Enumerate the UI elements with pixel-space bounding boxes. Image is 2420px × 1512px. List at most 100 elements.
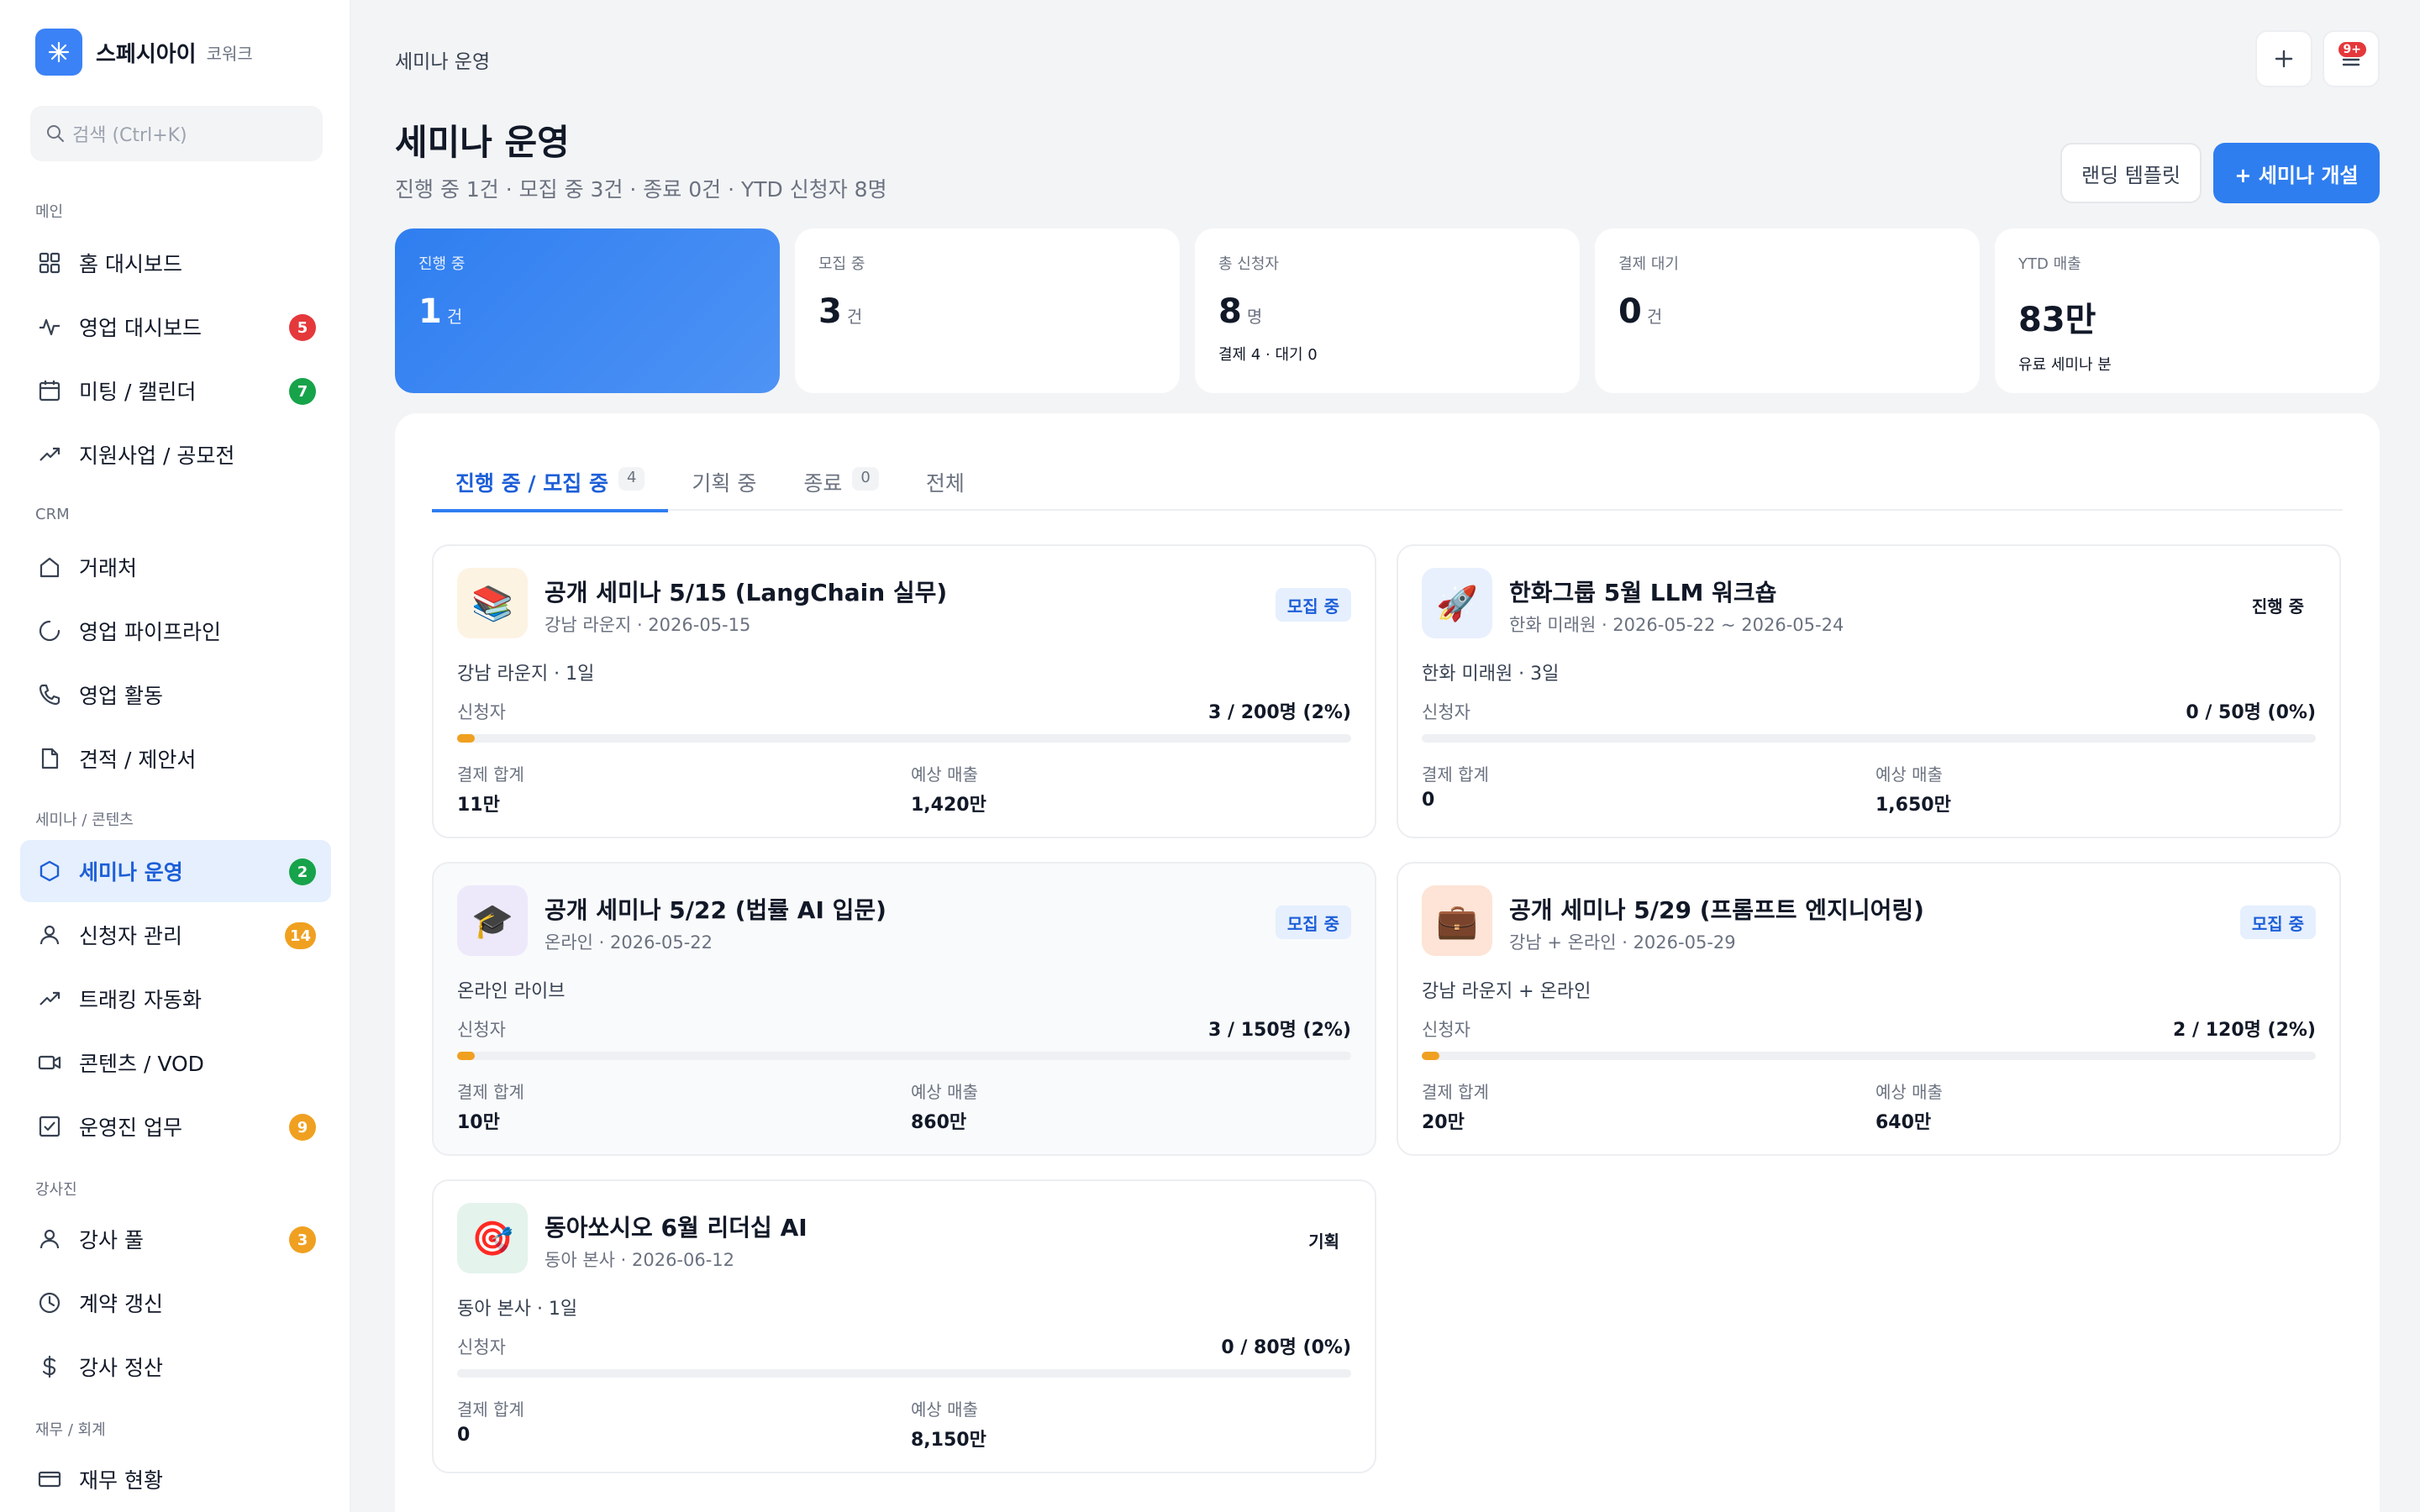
stat-card-total-applicants: 총 신청자 8명 결제 4 · 대기 0 — [1195, 228, 1580, 393]
sidebar-item-label: 재무 현황 — [79, 1468, 163, 1493]
notification-badge: 9+ — [2338, 42, 2366, 57]
applicants-value: 0 / 50명 (0%) — [2186, 702, 2316, 723]
grid-icon — [35, 249, 64, 277]
stat-card-recruiting: 모집 중 3건 — [795, 228, 1180, 393]
expected-revenue-label: 예상 매출 — [1876, 1082, 1943, 1102]
user-icon — [35, 921, 64, 949]
applicants-progress-fill — [457, 1052, 476, 1060]
status-badge: 기획 — [1308, 1231, 1339, 1252]
sidebar-item-pipeline[interactable]: 영업 파이프라인 — [20, 600, 331, 662]
sidebar-item-sales-dashboard[interactable]: 영업 대시보드 5 — [20, 296, 331, 358]
sidebar-item-label: 영업 파이프라인 — [79, 620, 221, 644]
status-badge: 모집 중 — [2239, 906, 2316, 939]
sidebar-item-label: 영업 활동 — [79, 684, 163, 708]
sidebar-item-seminar-ops[interactable]: 세미나 운영 2 — [20, 840, 331, 902]
sidebar-item-label: 강사 정산 — [79, 1356, 163, 1380]
stat-note: 유료 세미나 분 — [2018, 356, 2112, 374]
seminar-title: 한화그룹 5월 LLM 워크숍 — [1509, 579, 1777, 606]
notifications-button[interactable]: 9+ — [2323, 30, 2380, 87]
dollar-icon — [35, 1352, 64, 1381]
sidebar-item-finance-status[interactable]: 재무 현황 — [20, 1448, 331, 1510]
sidebar-item-sales-activity[interactable]: 영업 활동 — [20, 664, 331, 726]
sidebar-item-contract-renewal[interactable]: 계약 갱신 — [20, 1272, 331, 1334]
applicants-progress-track — [1422, 1052, 2316, 1060]
sidebar-item-clients[interactable]: 거래처 — [20, 536, 331, 598]
sidebar-item-grants[interactable]: 지원사업 / 공모전 — [20, 423, 331, 486]
stat-value: 83만 — [2018, 301, 2096, 339]
seminar-subtitle: 강남 라운지 · 2026-05-15 — [544, 615, 751, 635]
phone-icon — [35, 680, 64, 709]
pay-total-value: 0 — [1422, 790, 1435, 811]
sidebar-item-label: 지원사업 / 공모전 — [79, 444, 235, 468]
seminar-title: 공개 세미나 5/22 (법률 AI 입문) — [544, 896, 886, 924]
expected-revenue-label: 예상 매출 — [1876, 764, 1943, 785]
sidebar-item-instructor-settlement[interactable]: 강사 정산 — [20, 1336, 331, 1398]
page-title: 세미나 운영 — [395, 122, 570, 163]
expected-revenue-value: 1,650만 — [1876, 795, 1951, 816]
status-badge: 모집 중 — [1275, 906, 1351, 939]
stat-card-ytd-revenue: YTD 매출 83만 유료 세미나 분 — [1995, 228, 2380, 393]
add-button[interactable] — [2255, 30, 2312, 87]
status-badge: 모집 중 — [1275, 588, 1351, 622]
sidebar-item-meeting-calendar[interactable]: 미팅 / 캘린더 7 — [20, 360, 331, 422]
sidebar-item-staff-tasks[interactable]: 운영진 업무 9 — [20, 1095, 331, 1158]
landing-template-button[interactable]: 랜딩 템플릿 — [2060, 143, 2202, 203]
count-badge: 9 — [289, 1114, 316, 1141]
sidebar-item-instructor-pool[interactable]: 강사 풀 3 — [20, 1208, 331, 1270]
tab-planning[interactable]: 기획 중 — [668, 462, 780, 511]
tab-label: 진행 중 / 모집 중 — [455, 471, 608, 496]
brand[interactable]: 스페시아이 코워크 — [35, 29, 253, 76]
card-icon — [35, 1465, 64, 1494]
applicants-label: 신청자 — [1422, 1020, 1470, 1040]
home-icon — [35, 553, 64, 581]
seminar-card[interactable]: 🚀 한화그룹 5월 LLM 워크숍 한화 미래원 · 2026-05-22 ~ 20… — [1397, 544, 2341, 838]
applicants-label: 신청자 — [1422, 702, 1470, 722]
tab-all[interactable]: 전체 — [902, 462, 988, 511]
sidebar-item-label: 거래처 — [79, 556, 138, 580]
sidebar-item-quotes[interactable]: 견적 / 제안서 — [20, 727, 331, 790]
checkbox-icon — [35, 1112, 64, 1141]
seminar-card[interactable]: 💼 공개 세미나 5/29 (프롬프트 엔지니어링) 강남 + 온라인 · 2026… — [1397, 862, 2341, 1156]
pay-total-value: 10만 — [457, 1112, 500, 1133]
applicants-label: 신청자 — [457, 1337, 506, 1357]
seminar-card[interactable]: 🎓 공개 세미나 5/22 (법률 AI 입문) 온라인 · 2026-05-22 모… — [432, 862, 1376, 1156]
file-icon — [35, 744, 64, 773]
pay-total-value: 20만 — [1422, 1112, 1465, 1133]
applicants-progress-track — [1422, 734, 2316, 743]
brand-name: 스페시아이 — [96, 41, 197, 67]
create-seminar-button[interactable]: + 세미나 개설 — [2213, 143, 2380, 203]
trending-icon — [35, 984, 64, 1013]
seminar-location: 온라인 라이브 — [457, 981, 566, 1002]
section-title-seminar: 세미나 / 콘텐츠 — [35, 811, 134, 829]
sidebar-item-content-vod[interactable]: 콘텐츠 / VOD — [20, 1032, 331, 1094]
applicants-progress-track — [457, 1369, 1351, 1378]
stat-label: YTD 매출 — [2018, 255, 2081, 273]
sidebar-item-label: 강사 풀 — [79, 1228, 144, 1252]
pay-total-value: 0 — [457, 1425, 471, 1446]
seminar-card[interactable]: 📚 공개 세미나 5/15 (LangChain 실무) 강남 라운지 · 2026… — [432, 544, 1376, 838]
sidebar-item-label: 운영진 업무 — [79, 1116, 182, 1140]
seminar-location: 강남 라운지 · 1일 — [457, 664, 595, 685]
calendar-icon — [35, 376, 64, 405]
sidebar-item-applicants[interactable]: 신청자 관리 14 — [20, 904, 331, 966]
tab-count: 0 — [852, 467, 879, 491]
stat-note: 결제 4 · 대기 0 — [1218, 346, 1318, 364]
seminar-title: 공개 세미나 5/15 (LangChain 실무) — [544, 579, 948, 606]
sidebar: 스페시아이 코워크 검색 (Ctrl+K) 메인 홈 대시보드 영업 대시보드 … — [0, 0, 351, 1512]
search-input[interactable]: 검색 (Ctrl+K) — [30, 106, 323, 161]
tab-active-recruiting[interactable]: 진행 중 / 모집 중 4 — [432, 462, 669, 512]
pay-total-value: 11만 — [457, 795, 500, 816]
tab-ended[interactable]: 종료 0 — [780, 462, 902, 511]
tab-label: 전체 — [925, 471, 965, 496]
count-badge: 3 — [289, 1226, 316, 1253]
stat-unit: 건 — [446, 307, 463, 327]
seminar-card[interactable]: 🎯 동아쏘시오 6월 리더십 AI 동아 본사 · 2026-06-12 기획 동아 본… — [432, 1179, 1376, 1473]
stat-value: 3 — [818, 292, 842, 331]
stat-label: 결제 대기 — [1618, 255, 1679, 273]
sidebar-item-home-dashboard[interactable]: 홈 대시보드 — [20, 232, 331, 294]
sidebar-item-tracking[interactable]: 트래킹 자동화 — [20, 968, 331, 1030]
section-title-main: 메인 — [35, 203, 64, 221]
seminar-panel: 진행 중 / 모집 중 4 기획 중 종료 0 전체 📚 공개 세미나 5/15 (L… — [395, 413, 2380, 1512]
seminar-location: 한화 미래원 · 3일 — [1422, 664, 1560, 685]
seminar-location: 강남 라운지 + 온라인 — [1422, 981, 1591, 1002]
